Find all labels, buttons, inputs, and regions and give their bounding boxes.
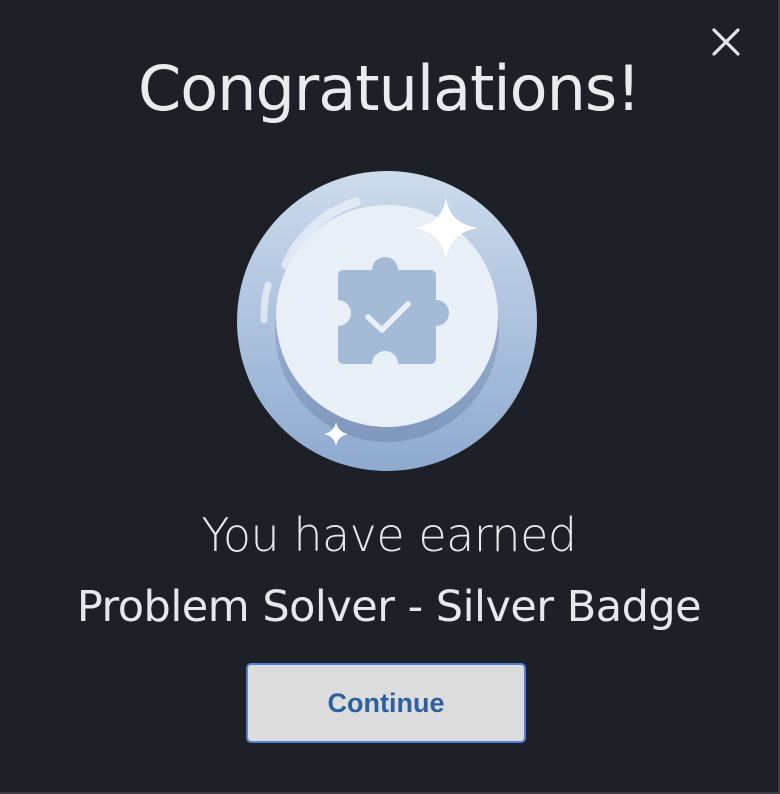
badge-name: Problem Solver - Silver Badge	[76, 582, 702, 632]
achievement-dialog: Congratulations! You have earned Problem…	[0, 0, 780, 794]
earned-text: You have earned	[201, 508, 577, 562]
silver-badge-icon	[237, 171, 537, 471]
dialog-title: Congratulations!	[137, 52, 641, 125]
continue-button[interactable]: Continue	[246, 663, 526, 743]
puzzle-check-icon	[338, 257, 449, 364]
